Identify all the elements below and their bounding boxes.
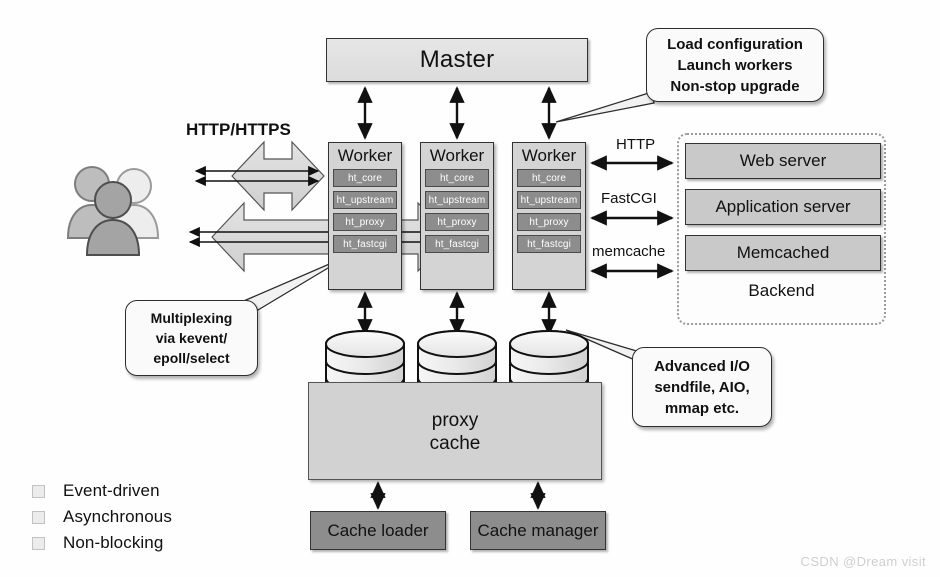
proxy-cache-label: proxy cache (429, 410, 481, 454)
worker-module-ht-core[interactable]: ht_core (333, 169, 397, 187)
worker-module-ht-fastcgi[interactable]: ht_fastcgi (425, 235, 489, 253)
master-process-box[interactable]: Master (326, 38, 588, 82)
backend-group-label: Backend (748, 281, 815, 300)
worker-module-ht-proxy[interactable]: ht_proxy (425, 213, 489, 231)
backend-application-server-box[interactable]: Application server (685, 189, 881, 225)
diagram-canvas: Master Load configuration Launch workers… (0, 0, 940, 577)
cache-manager-box[interactable]: Cache manager (470, 511, 606, 550)
bullet-square-icon (32, 536, 45, 550)
callout-master-text: Load configuration Launch workers Non-st… (667, 35, 803, 95)
watermark: CSDN @Dream visit (800, 554, 926, 569)
worker-module-ht-proxy[interactable]: ht_proxy (517, 213, 581, 231)
backend-application-server-label: Application server (715, 197, 851, 216)
backend-group: Web server Application server Memcached … (677, 133, 886, 325)
legend-item-non-blocking: Non-blocking (32, 530, 172, 556)
worker-module-ht-upstream[interactable]: ht_upstream (517, 191, 581, 209)
worker-disk-arrows (357, 291, 557, 336)
worker-module-ht-fastcgi[interactable]: ht_fastcgi (517, 235, 581, 253)
bullet-square-icon (32, 484, 45, 498)
legend-item-event-driven: Event-driven (32, 478, 172, 504)
worker-module-ht-proxy[interactable]: ht_proxy (333, 213, 397, 231)
callout-multiplexing: Multiplexing via kevent/ epoll/select (125, 300, 258, 376)
worker-module-ht-core[interactable]: ht_core (517, 169, 581, 187)
legend-label: Asynchronous (63, 507, 172, 526)
master-label: Master (419, 46, 495, 73)
callout-multiplexing-text: Multiplexing via kevent/ epoll/select (150, 310, 233, 366)
worker-label: Worker (521, 146, 577, 165)
legend: Event-driven Asynchronous Non-blocking (32, 478, 172, 556)
cache-manager-label: Cache manager (477, 520, 599, 540)
cache-process-arrows (370, 481, 546, 510)
callout-advanced-io-text: Advanced I/O sendfile, AIO, mmap etc. (654, 357, 750, 417)
cache-loader-box[interactable]: Cache loader (310, 511, 446, 550)
legend-label: Non-blocking (63, 533, 164, 552)
backend-web-server-box[interactable]: Web server (685, 143, 881, 179)
bullet-square-icon (32, 510, 45, 524)
worker-process-1[interactable]: Worker ht_core ht_upstream ht_proxy ht_f… (328, 142, 402, 290)
worker-process-2[interactable]: Worker ht_core ht_upstream ht_proxy ht_f… (420, 142, 494, 290)
worker-label: Worker (429, 146, 485, 165)
proxy-cache-box[interactable]: proxy cache (308, 382, 602, 480)
callout-master-responsibilities: Load configuration Launch workers Non-st… (646, 28, 824, 102)
worker-module-ht-core[interactable]: ht_core (425, 169, 489, 187)
protocol-label-memcache: memcache (592, 243, 666, 260)
backend-web-server-label: Web server (739, 151, 827, 170)
client-connection-label: HTTP/HTTPS (186, 120, 291, 139)
protocol-label-fastcgi: FastCGI (601, 190, 657, 207)
worker-process-3[interactable]: Worker ht_core ht_upstream ht_proxy ht_f… (512, 142, 586, 290)
worker-module-ht-fastcgi[interactable]: ht_fastcgi (333, 235, 397, 253)
backend-memcached-box[interactable]: Memcached (685, 235, 881, 271)
users-icon (66, 166, 160, 256)
worker-module-ht-upstream[interactable]: ht_upstream (425, 191, 489, 209)
master-worker-arrows (357, 86, 557, 140)
client-worker-block-arrow-1 (231, 140, 325, 212)
cache-loader-label: Cache loader (327, 520, 429, 540)
worker-label: Worker (337, 146, 393, 165)
legend-item-asynchronous: Asynchronous (32, 504, 172, 530)
callout-advanced-io: Advanced I/O sendfile, AIO, mmap etc. (632, 347, 772, 427)
client-flow-arrows (188, 165, 446, 248)
legend-label: Event-driven (63, 481, 160, 500)
protocol-label-http: HTTP (616, 136, 656, 153)
backend-memcached-label: Memcached (736, 243, 830, 262)
worker-module-ht-upstream[interactable]: ht_upstream (333, 191, 397, 209)
callout-master-tail (555, 91, 655, 123)
